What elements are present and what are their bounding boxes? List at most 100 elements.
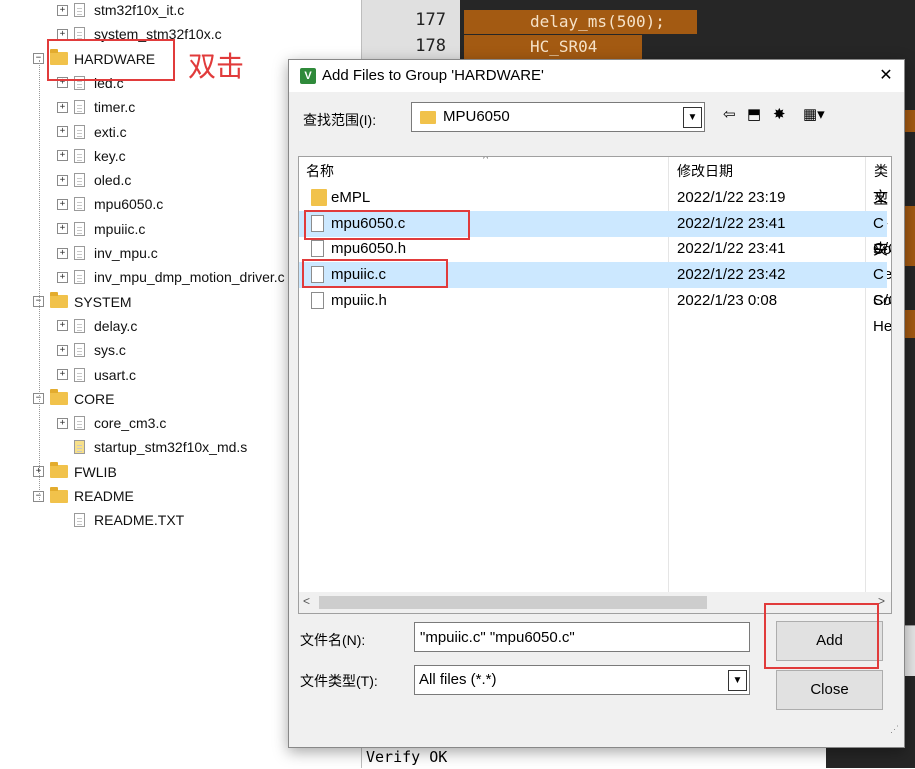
column-name[interactable]: 名称 bbox=[306, 157, 334, 185]
expand-icon[interactable]: + bbox=[57, 417, 68, 429]
annotation-text: 双击 bbox=[188, 50, 245, 83]
tree-folder[interactable]: − SYSTEM bbox=[33, 291, 132, 313]
expand-icon[interactable]: + bbox=[57, 271, 68, 283]
expand-icon[interactable]: + bbox=[57, 320, 68, 332]
tree-item[interactable]: + usart.c bbox=[57, 364, 136, 386]
line-number: 177 bbox=[415, 10, 446, 30]
tree-item[interactable]: + exti.c bbox=[57, 121, 127, 143]
expand-icon[interactable]: + bbox=[57, 174, 68, 186]
file-date: 2022/1/23 0:08 bbox=[677, 291, 778, 309]
tree-item-label: key.c bbox=[94, 147, 126, 164]
tree-item[interactable]: + mpu6050.c bbox=[57, 193, 163, 215]
tree-item-label: timer.c bbox=[94, 99, 136, 116]
tree-item[interactable]: + oled.c bbox=[57, 169, 131, 191]
folder-icon bbox=[50, 292, 68, 309]
filetype-combo[interactable]: All files (*.*) ▼ bbox=[414, 665, 750, 695]
highlight-box bbox=[47, 39, 175, 81]
tree-item-label: usart.c bbox=[94, 366, 137, 383]
look-in-combo[interactable]: MPU6050 ▼ bbox=[411, 102, 705, 132]
file-row[interactable]: mpuiic.h 2022/1/23 0:08 C/C++ Header bbox=[299, 288, 891, 335]
chevron-down-icon[interactable]: ▼ bbox=[683, 107, 702, 128]
tree-item-label: stm32f10x_it.c bbox=[94, 2, 185, 18]
expand-icon[interactable]: + bbox=[57, 126, 68, 137]
tree-item[interactable]: + sys.c bbox=[57, 339, 126, 361]
file-date: 2022/1/22 23:41 bbox=[677, 240, 786, 258]
folder-icon bbox=[50, 389, 68, 406]
resize-grip-icon[interactable]: ⋰ bbox=[890, 724, 900, 734]
sort-ascending-icon: ^ bbox=[483, 156, 489, 165]
folder-icon bbox=[50, 486, 68, 503]
expand-icon[interactable]: + bbox=[57, 247, 68, 259]
chevron-down-icon[interactable]: ▼ bbox=[728, 670, 747, 691]
keil-app-icon: V bbox=[300, 68, 316, 84]
highlight-box bbox=[764, 603, 879, 669]
tree-item[interactable]: + core_cm3.c bbox=[57, 412, 166, 434]
file-type: C/C++ Header bbox=[873, 291, 892, 335]
close-button[interactable]: Close bbox=[776, 670, 883, 710]
file-icon bbox=[74, 148, 85, 163]
file-icon bbox=[74, 124, 85, 139]
file-icon bbox=[311, 291, 324, 309]
file-date: 2022/1/22 23:41 bbox=[677, 214, 786, 232]
tree-folder[interactable]: − CORE bbox=[33, 388, 114, 410]
tree-item[interactable]: + inv_mpu.c bbox=[57, 242, 158, 264]
file-icon bbox=[74, 221, 85, 236]
filetype-label: 文件类型(T): bbox=[300, 673, 378, 689]
expand-icon[interactable]: + bbox=[57, 150, 68, 162]
back-icon[interactable]: ⇦ bbox=[723, 105, 736, 123]
tree-item-label: mpu6050.c bbox=[94, 196, 164, 213]
tree-item[interactable]: + mpuiic.c bbox=[57, 218, 145, 240]
tree-item[interactable]: + stm32f10x_it.c bbox=[57, 0, 184, 21]
tree-item[interactable]: + timer.c bbox=[57, 96, 135, 118]
look-in-label: 查找范围(I): bbox=[303, 112, 377, 128]
tree-folder[interactable]: + FWLIB bbox=[33, 461, 117, 483]
dialog-titlebar[interactable]: V Add Files to Group 'HARDWARE' ✕ bbox=[289, 60, 904, 92]
file-icon bbox=[74, 343, 85, 358]
file-name: eMPL bbox=[331, 189, 371, 206]
tree-guide-line bbox=[39, 60, 40, 500]
tree-item[interactable]: + inv_mpu_dmp_motion_driver.c bbox=[57, 266, 285, 288]
file-date: 2022/1/22 23:42 bbox=[677, 266, 786, 284]
file-icon bbox=[74, 173, 85, 188]
file-row[interactable]: eMPL2022/1/22 23:19文件夹 bbox=[299, 185, 888, 258]
file-icon bbox=[74, 367, 85, 382]
look-in-value: MPU6050 bbox=[443, 108, 510, 125]
highlight-box bbox=[304, 210, 470, 240]
expand-icon[interactable]: + bbox=[57, 344, 68, 356]
filename-input[interactable]: "mpuiic.c" "mpu6050.c" bbox=[414, 622, 750, 652]
list-header: 名称 ^ 修改日期 类型 bbox=[299, 156, 891, 613]
column-type[interactable]: 类型 bbox=[874, 157, 891, 207]
expand-icon[interactable]: + bbox=[57, 101, 68, 113]
tree-item-label: core_cm3.c bbox=[94, 415, 167, 432]
new-folder-icon[interactable]: ✸ bbox=[773, 105, 786, 123]
file-icon bbox=[311, 240, 324, 258]
folder-icon bbox=[311, 189, 327, 206]
tree-item-label: delay.c bbox=[94, 317, 138, 334]
code-line: HC_SR04 =0; bbox=[464, 35, 642, 80]
close-icon[interactable]: ✕ bbox=[871, 60, 901, 92]
expand-icon[interactable]: + bbox=[57, 4, 68, 16]
expand-icon[interactable]: + bbox=[57, 198, 68, 210]
file-name: mpuiic.h bbox=[331, 291, 387, 309]
scrollbar-thumb[interactable] bbox=[319, 596, 707, 609]
up-folder-icon[interactable]: ⬒ bbox=[747, 105, 761, 123]
tree-item[interactable]: README.TXT bbox=[57, 509, 184, 531]
line-number: 178 bbox=[415, 36, 446, 56]
tree-item-label: SYSTEM bbox=[74, 293, 132, 310]
tree-item-label: inv_mpu_dmp_motion_driver.c bbox=[94, 269, 285, 286]
view-menu-icon[interactable]: ▦▾ bbox=[803, 105, 825, 123]
tree-item[interactable]: + delay.c bbox=[57, 315, 137, 337]
scroll-left-icon[interactable]: < bbox=[303, 594, 310, 608]
folder-icon bbox=[420, 111, 436, 124]
highlight-box bbox=[302, 259, 448, 288]
tree-item[interactable]: startup_stm32f10x_md.s bbox=[57, 436, 247, 458]
tree-folder[interactable]: − README bbox=[33, 485, 134, 507]
scroll-right-icon[interactable]: > bbox=[878, 594, 885, 608]
column-date[interactable]: 修改日期 bbox=[677, 157, 733, 185]
tree-item-label: FWLIB bbox=[74, 463, 117, 480]
file-icon bbox=[74, 318, 85, 333]
file-icon bbox=[74, 416, 85, 431]
expand-icon[interactable]: + bbox=[57, 369, 68, 380]
expand-icon[interactable]: + bbox=[57, 223, 68, 235]
tree-item[interactable]: + key.c bbox=[57, 145, 126, 167]
